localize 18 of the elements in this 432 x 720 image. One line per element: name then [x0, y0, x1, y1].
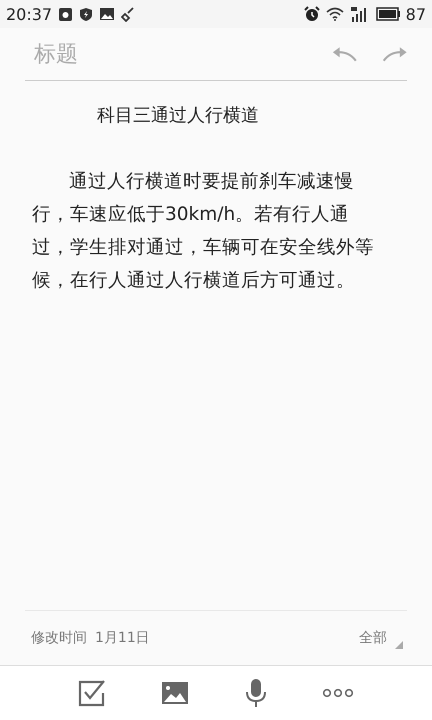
clock-time: 20:37	[6, 4, 52, 24]
brush-icon	[121, 6, 136, 22]
battery-percent: 87	[406, 4, 426, 24]
wifi-icon	[326, 7, 344, 21]
title-field[interactable]: 标题	[25, 42, 308, 66]
more-icon[interactable]	[322, 688, 354, 698]
insert-image-icon[interactable]	[161, 681, 190, 705]
note-paragraph: 通过人行横道时要提前刹车减速慢行，车速应低于30km/h。若有行人通过，学生排对通过，车辆可在安全线外等候，在行人通过人行横道后方可通过。	[32, 170, 375, 293]
shield-icon	[79, 6, 94, 22]
note-heading: 科目三通过人行横道	[96, 104, 260, 127]
modified-date: 1月11日	[95, 629, 150, 647]
image-icon	[99, 7, 116, 21]
battery-icon	[376, 7, 400, 21]
modified-label: 修改时间	[31, 629, 87, 647]
category-selector[interactable]: 全部	[359, 629, 387, 647]
alarm-icon	[304, 6, 320, 22]
checklist-icon[interactable]	[78, 679, 106, 707]
microphone-icon[interactable]	[244, 678, 267, 708]
